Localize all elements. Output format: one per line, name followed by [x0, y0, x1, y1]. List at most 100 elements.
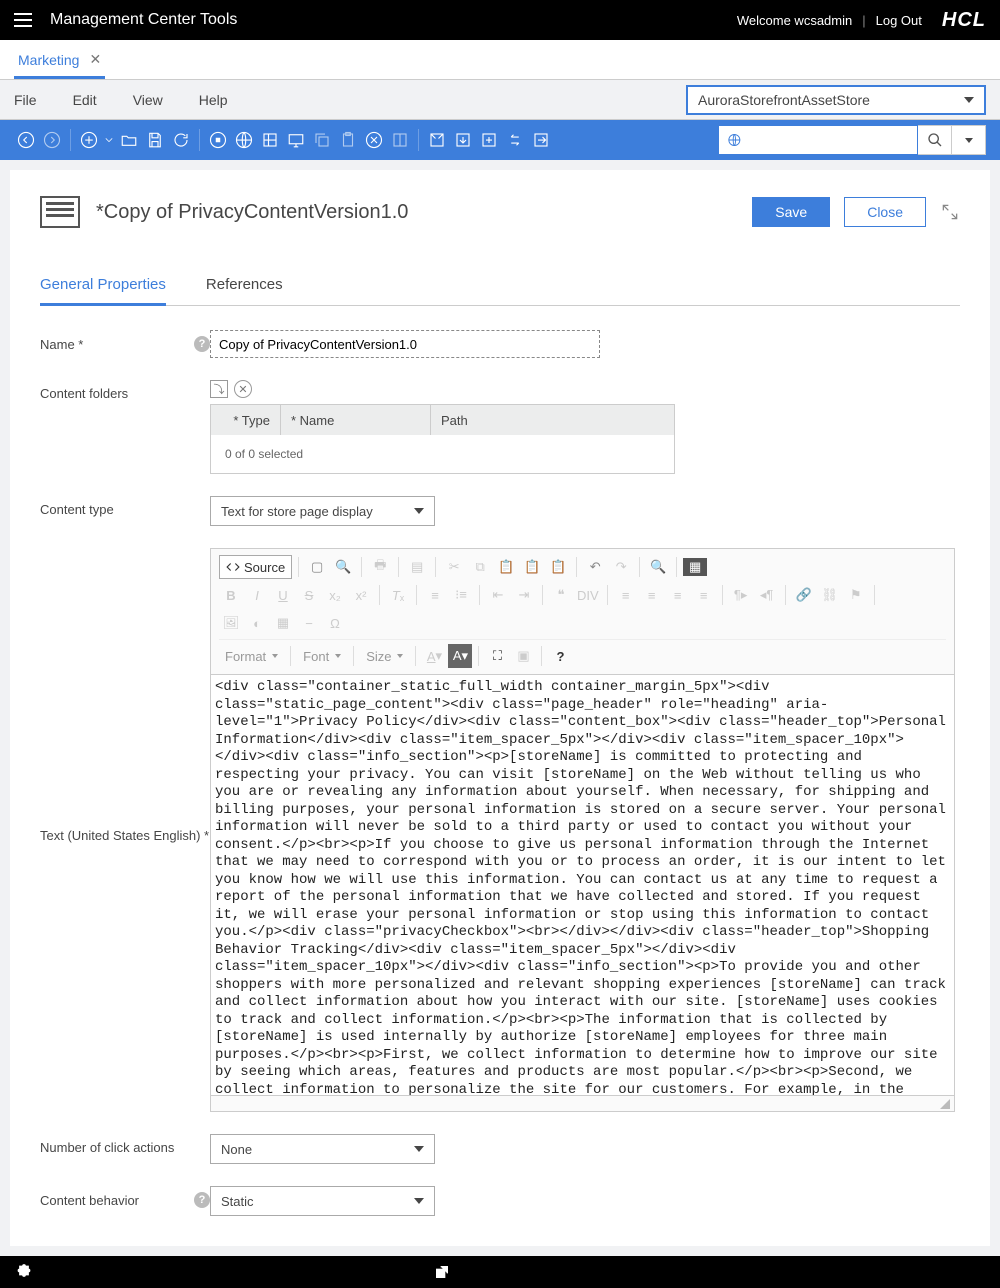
selectall-icon[interactable]: ▦: [683, 558, 707, 576]
globe-icon[interactable]: [232, 128, 256, 152]
format-select[interactable]: Format: [219, 649, 284, 664]
search-button[interactable]: [918, 125, 952, 155]
popout-icon[interactable]: [434, 1264, 450, 1280]
textcolor-icon[interactable]: A▾: [422, 644, 446, 668]
help-icon[interactable]: ?: [194, 1192, 210, 1208]
underline-icon[interactable]: U: [271, 583, 295, 607]
menu-edit[interactable]: Edit: [73, 92, 97, 108]
chevron-down-icon[interactable]: [103, 128, 115, 152]
blockquote-icon[interactable]: ❝: [549, 583, 573, 607]
div-icon[interactable]: DIV: [575, 583, 601, 607]
find-add-icon[interactable]: ⤵: [210, 380, 228, 398]
paste-text-icon[interactable]: 📋: [520, 555, 544, 579]
remove-icon[interactable]: ✕: [234, 380, 252, 398]
align-right-icon[interactable]: ≡: [666, 583, 690, 607]
bullist-icon[interactable]: ⁝≡: [449, 583, 473, 607]
behavior-select[interactable]: Static: [210, 1186, 435, 1216]
indent-icon[interactable]: ⇥: [512, 583, 536, 607]
swap-icon[interactable]: [503, 128, 527, 152]
menu-icon[interactable]: [14, 13, 32, 27]
col-path[interactable]: Path: [431, 405, 674, 435]
redo-icon[interactable]: ↷: [609, 555, 633, 579]
outdent-icon[interactable]: ⇤: [486, 583, 510, 607]
col-name[interactable]: * Name: [281, 405, 431, 435]
stop-icon[interactable]: [206, 128, 230, 152]
help-icon[interactable]: ?: [194, 336, 210, 352]
editor-resize-handle[interactable]: [211, 1095, 954, 1111]
unlink-icon[interactable]: ⛓: [818, 583, 842, 607]
store-selector[interactable]: AuroraStorefrontAssetStore: [686, 85, 986, 115]
new-page-icon[interactable]: ▢: [305, 555, 329, 579]
align-center-icon[interactable]: ≡: [640, 583, 664, 607]
tab-marketing[interactable]: Marketing ✕: [14, 41, 105, 79]
superscript-icon[interactable]: x²: [349, 583, 373, 607]
removeformat-icon[interactable]: Tₓ: [386, 583, 410, 607]
template-icon[interactable]: ▤: [405, 555, 429, 579]
showblocks-icon[interactable]: ▣: [511, 644, 535, 668]
columns-icon[interactable]: [258, 128, 282, 152]
open-icon[interactable]: [117, 128, 141, 152]
font-select[interactable]: Font: [297, 649, 347, 664]
numlist-icon[interactable]: ≡: [423, 583, 447, 607]
paste-word-icon[interactable]: 📋: [546, 555, 570, 579]
close-button[interactable]: Close: [844, 197, 926, 227]
editor-textarea[interactable]: [211, 675, 954, 1095]
tab-general-properties[interactable]: General Properties: [40, 268, 166, 306]
refresh-icon[interactable]: [169, 128, 193, 152]
import-icon[interactable]: [451, 128, 475, 152]
col-type[interactable]: * Type: [211, 405, 281, 435]
copy-icon[interactable]: ⧉: [468, 555, 492, 579]
delete-icon[interactable]: [362, 128, 386, 152]
forward-icon[interactable]: [40, 128, 64, 152]
edit-column-icon[interactable]: [388, 128, 412, 152]
puzzle-icon[interactable]: [14, 1263, 34, 1281]
about-icon[interactable]: ?: [548, 644, 572, 668]
expand-icon[interactable]: [940, 202, 960, 222]
menu-file[interactable]: File: [14, 92, 37, 108]
paste-icon[interactable]: 📋: [494, 555, 518, 579]
bgcolor-icon[interactable]: A▾: [448, 644, 472, 668]
name-input[interactable]: [210, 330, 600, 358]
copy-icon[interactable]: [310, 128, 334, 152]
search-input[interactable]: [718, 125, 918, 155]
back-icon[interactable]: [14, 128, 38, 152]
compare-icon[interactable]: [477, 128, 501, 152]
save-icon[interactable]: [143, 128, 167, 152]
logout-link[interactable]: Log Out: [876, 13, 922, 28]
anchor-icon[interactable]: ⚑: [844, 583, 868, 607]
paste-icon[interactable]: [336, 128, 360, 152]
save-button[interactable]: Save: [752, 197, 830, 227]
ltr-icon[interactable]: ¶▸: [729, 583, 753, 607]
find-icon[interactable]: 🔍: [646, 555, 670, 579]
size-select[interactable]: Size: [360, 649, 409, 664]
strike-icon[interactable]: S: [297, 583, 321, 607]
export-icon[interactable]: [529, 128, 553, 152]
cut-icon[interactable]: ✂: [442, 555, 466, 579]
maximize-icon[interactable]: ⛶: [485, 644, 509, 668]
print-icon[interactable]: 🖶: [368, 555, 392, 579]
table-icon[interactable]: ▦: [271, 611, 295, 635]
italic-icon[interactable]: I: [245, 583, 269, 607]
subscript-icon[interactable]: x₂: [323, 583, 347, 607]
bold-icon[interactable]: B: [219, 583, 243, 607]
preview-icon[interactable]: [284, 128, 308, 152]
hr-icon[interactable]: −: [297, 611, 321, 635]
menu-view[interactable]: View: [133, 92, 163, 108]
align-left-icon[interactable]: ≡: [614, 583, 638, 607]
click-actions-select[interactable]: None: [210, 1134, 435, 1164]
link-icon[interactable]: 🔗: [792, 583, 816, 607]
search-dropdown[interactable]: [952, 125, 986, 155]
rtl-icon[interactable]: ◂¶: [755, 583, 779, 607]
image-icon[interactable]: 🖼: [219, 611, 243, 635]
tab-references[interactable]: References: [206, 268, 283, 305]
align-justify-icon[interactable]: ≡: [692, 583, 716, 607]
editor-source-button[interactable]: Source: [219, 555, 292, 579]
undo-icon[interactable]: ↶: [583, 555, 607, 579]
content-type-select[interactable]: Text for store page display: [210, 496, 435, 526]
preview-page-icon[interactable]: 🔍: [331, 555, 355, 579]
flash-icon[interactable]: ◐: [245, 611, 269, 635]
specialchar-icon[interactable]: Ω: [323, 611, 347, 635]
menu-help[interactable]: Help: [199, 92, 228, 108]
close-icon[interactable]: ✕: [89, 51, 101, 68]
workspace-icon[interactable]: [425, 128, 449, 152]
